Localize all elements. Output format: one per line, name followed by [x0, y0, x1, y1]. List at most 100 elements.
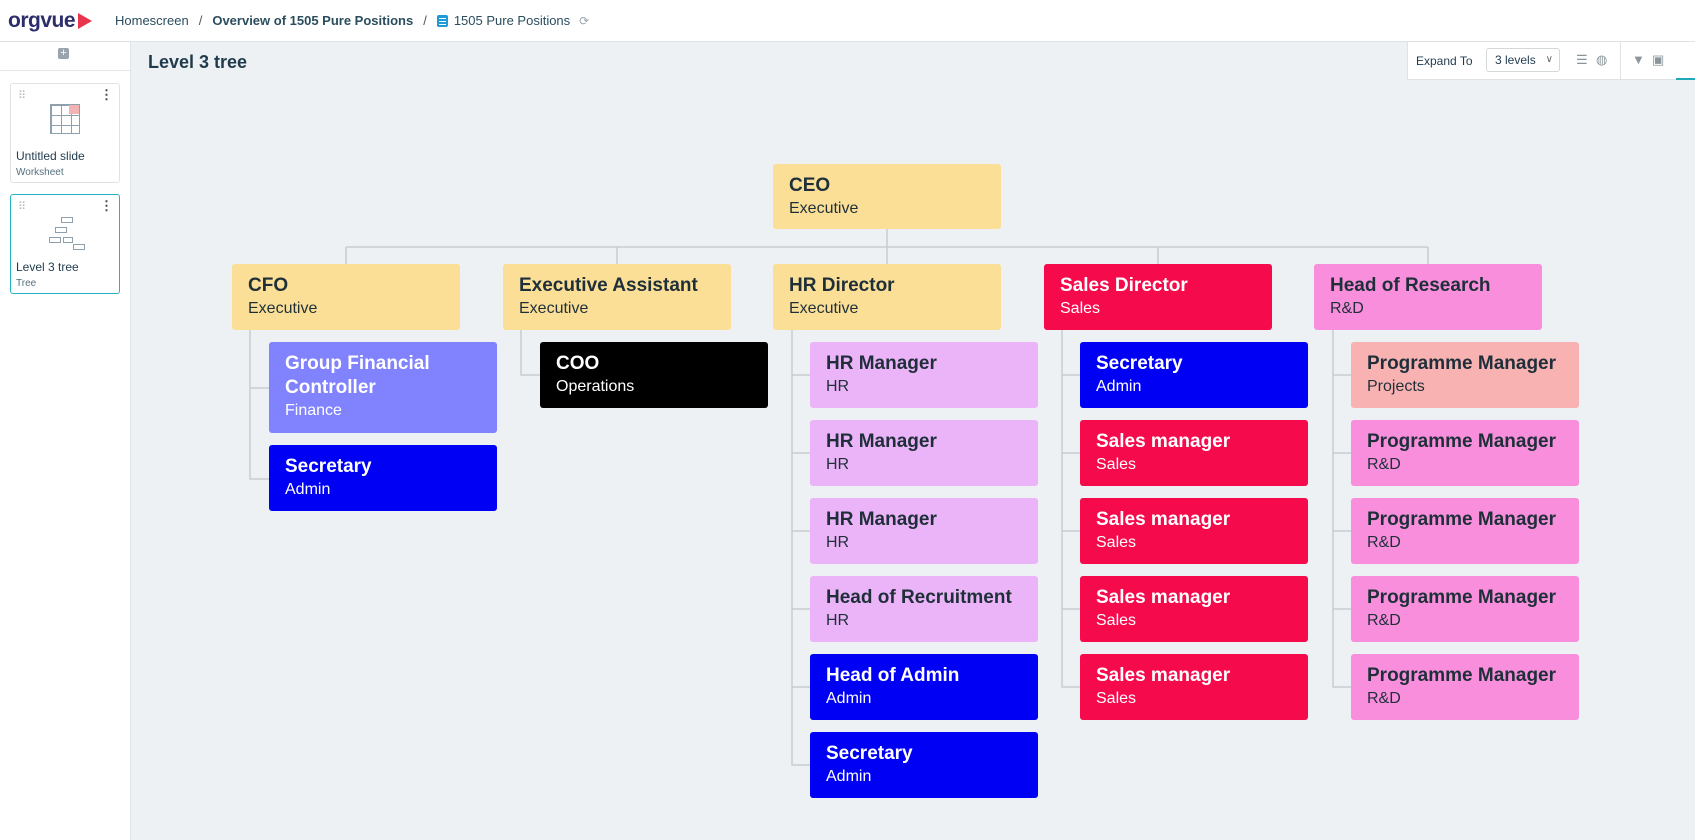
node-subtitle: Executive [789, 300, 859, 317]
node-subtitle: R&D [1367, 612, 1401, 629]
palette-icon[interactable]: ◍ [1596, 52, 1607, 68]
org-node-programme-manager[interactable]: Programme Manager R&D [1351, 420, 1579, 486]
top-bar: orgvue Homescreen / Overview of 1505 Pur… [0, 0, 1695, 42]
node-title: Secretary [826, 743, 913, 764]
node-subtitle: Sales [1096, 690, 1137, 707]
node-subtitle: Executive [248, 300, 318, 317]
list-view-icon[interactable]: ☰ [1576, 52, 1588, 68]
toolbar-divider [1620, 42, 1621, 80]
node-title: Programme Manager [1367, 509, 1557, 530]
node-title: Sales manager [1096, 587, 1231, 608]
node-subtitle: Admin [826, 690, 872, 707]
filter-icon[interactable]: ▼ [1632, 52, 1645, 67]
org-node-secretary[interactable]: Secretary Admin [1080, 342, 1308, 408]
drag-handle-icon[interactable]: ⠿ [18, 89, 26, 102]
org-node-programme-manager[interactable]: Programme Manager R&D [1351, 654, 1579, 720]
node-subtitle: Projects [1367, 378, 1425, 395]
org-node-ceo[interactable]: CEO Executive [773, 164, 1001, 229]
dataset-icon [436, 14, 448, 27]
node-title: HR Manager [826, 509, 937, 530]
org-node-programme-manager[interactable]: Programme Manager R&D [1351, 576, 1579, 642]
breadcrumb-overview[interactable]: Overview of 1505 Pure Positions [212, 13, 413, 28]
add-slide-icon[interactable]: + [58, 48, 69, 59]
node-title: Sales manager [1096, 431, 1231, 452]
node-title: CFO [248, 275, 289, 296]
node-title: Programme Manager [1367, 587, 1557, 608]
node-subtitle: Sales [1096, 612, 1137, 629]
slide-type: Tree [16, 278, 37, 289]
node-title: HR Manager [826, 353, 937, 374]
node-subtitle: Sales [1060, 300, 1101, 317]
node-subtitle: Admin [1096, 378, 1142, 395]
worksheet-thumbnail-icon [50, 104, 80, 134]
expand-levels-select[interactable]: 3 levels ∨ [1486, 48, 1560, 72]
expand-to-label: Expand To [1416, 54, 1473, 68]
org-node-hr-manager[interactable]: HR Manager HR [810, 498, 1038, 564]
active-tab-indicator [1676, 78, 1695, 80]
org-node-sales-manager[interactable]: Sales manager Sales [1080, 576, 1308, 642]
slide-card-worksheet[interactable]: ⠿ ⋮ Untitled slide Worksheet [10, 83, 120, 183]
slide-name: Untitled slide [16, 149, 85, 163]
node-title: HR Director [789, 275, 895, 296]
node-title: Programme Manager [1367, 665, 1557, 686]
node-title: CEO [789, 175, 831, 196]
node-subtitle: Executive [789, 200, 859, 217]
org-node-hr-director[interactable]: HR Director Executive [773, 264, 1001, 330]
node-subtitle: HR [826, 456, 850, 473]
node-title: Sales manager [1096, 665, 1231, 686]
node-subtitle: HR [826, 534, 850, 551]
org-node-programme-manager[interactable]: Programme Manager Projects [1351, 342, 1579, 408]
breadcrumb-separator: / [198, 13, 203, 28]
breadcrumb-home[interactable]: Homescreen [115, 13, 189, 28]
org-node-coo[interactable]: COO Operations [540, 342, 768, 408]
node-subtitle: Finance [285, 402, 342, 419]
org-node-cfo[interactable]: CFO Executive [232, 264, 460, 330]
breadcrumb-separator: / [423, 13, 427, 28]
cards-icon[interactable]: ▣ [1652, 52, 1664, 68]
org-node-secretary[interactable]: Secretary Admin [269, 445, 497, 511]
drag-handle-icon[interactable]: ⠿ [18, 200, 26, 213]
org-node-sales-manager[interactable]: Sales manager Sales [1080, 654, 1308, 720]
node-title: HR Manager [826, 431, 937, 452]
more-options-icon[interactable]: ⋮ [100, 198, 113, 214]
sync-icon[interactable]: ⟳ [579, 14, 589, 28]
org-node-programme-manager[interactable]: Programme Manager R&D [1351, 498, 1579, 564]
node-title: Group Financial Controller [285, 353, 430, 398]
node-subtitle: Operations [556, 378, 635, 395]
node-title: Sales Director [1060, 275, 1188, 296]
logo-mark-icon [78, 13, 93, 29]
org-node-head-of-admin[interactable]: Head of Admin Admin [810, 654, 1038, 720]
node-subtitle: Admin [285, 481, 331, 498]
org-node-group-financial-controller[interactable]: Group Financial Controller Finance [269, 342, 497, 433]
breadcrumb: Homescreen / Overview of 1505 Pure Posit… [115, 13, 589, 28]
node-subtitle: Executive [519, 300, 589, 317]
node-title: Programme Manager [1367, 353, 1557, 374]
node-title: Executive Assistant [519, 275, 698, 296]
node-title: Secretary [285, 456, 372, 477]
node-title: Head of Recruitment [826, 587, 1012, 608]
org-node-head-of-research[interactable]: Head of Research R&D [1314, 264, 1542, 330]
org-node-hr-manager[interactable]: HR Manager HR [810, 420, 1038, 486]
org-node-sales-director[interactable]: Sales Director Sales [1044, 264, 1272, 330]
org-node-head-of-recruitment[interactable]: Head of Recruitment HR [810, 576, 1038, 642]
org-node-sales-manager[interactable]: Sales manager Sales [1080, 498, 1308, 564]
org-node-hr-manager[interactable]: HR Manager HR [810, 342, 1038, 408]
org-node-sales-manager[interactable]: Sales manager Sales [1080, 420, 1308, 486]
sidebar-divider [0, 70, 131, 71]
org-node-executive-assistant[interactable]: Executive Assistant Executive [503, 264, 731, 330]
more-options-icon[interactable]: ⋮ [100, 87, 113, 103]
tree-thumbnail-icon [49, 217, 85, 250]
chevron-down-icon: ∨ [1545, 54, 1553, 65]
node-title: Programme Manager [1367, 431, 1557, 452]
node-title: Secretary [1096, 353, 1183, 374]
breadcrumb-dataset[interactable]: 1505 Pure Positions [454, 13, 570, 28]
slide-name: Level 3 tree [16, 260, 79, 274]
node-title: COO [556, 353, 600, 374]
slide-card-tree[interactable]: ⠿ ⋮ Level 3 tree Tree [10, 194, 120, 294]
node-subtitle: HR [826, 612, 850, 629]
page-title: Level 3 tree [148, 52, 248, 72]
node-subtitle: R&D [1367, 456, 1401, 473]
orgvue-logo[interactable]: orgvue [8, 9, 93, 33]
org-node-secretary[interactable]: Secretary Admin [810, 732, 1038, 798]
node-subtitle: HR [826, 378, 850, 395]
